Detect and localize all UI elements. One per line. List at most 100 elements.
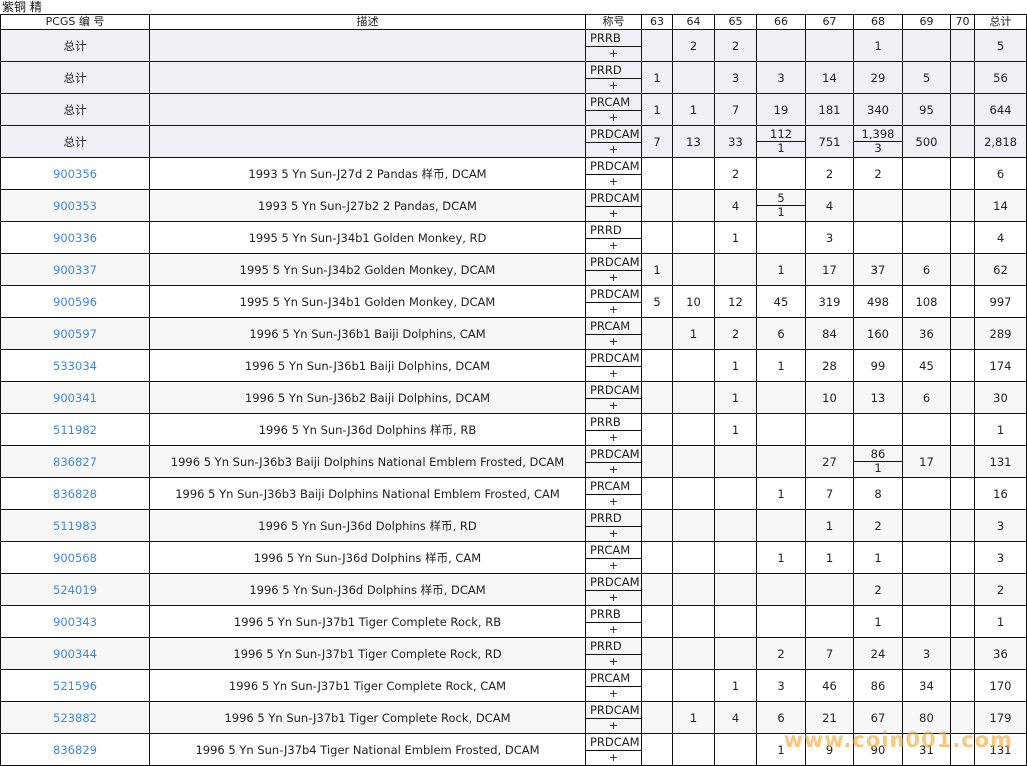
pcgs-number-cell: 总计 — [0, 125, 150, 158]
designation-cell: PRRD + — [585, 221, 642, 254]
description-cell: 1996 5 Yn Sun-J36b3 Baiji Dolphins Natio… — [149, 445, 586, 478]
grade-count-cell: 1 — [853, 605, 903, 638]
grade-count-cell — [714, 637, 757, 670]
grade-count-cell: 2 — [714, 157, 757, 190]
grade-count-cell: 2 — [714, 317, 757, 350]
grade-count-cell: 2 — [672, 29, 715, 62]
designation-cell: PRDCAM + — [585, 573, 642, 606]
pcgs-number-link[interactable]: 900343 — [53, 615, 97, 629]
grade-count-cell — [714, 733, 757, 766]
grade-count-cell — [805, 605, 854, 638]
pcgs-number-link[interactable]: 836827 — [53, 455, 97, 469]
grade-count-cell — [950, 93, 975, 126]
grade-count-cell: 112 1 — [756, 125, 806, 158]
pcgs-number-link[interactable]: 523882 — [53, 711, 97, 725]
pcgs-number-cell: 总计 — [0, 93, 150, 126]
pcgs-number-link[interactable]: 511982 — [53, 423, 97, 437]
pcgs-number-link[interactable]: 900353 — [53, 199, 97, 213]
designation-label: PRDCAM — [586, 191, 641, 207]
grade-count-cell: 1 — [756, 541, 806, 574]
grade-count-cell — [756, 573, 806, 606]
designation-cell: PRDCAM + — [585, 189, 642, 222]
grade-count-cell — [950, 541, 975, 574]
total-label: 总计 — [63, 70, 87, 85]
pcgs-number-cell: 511983 — [0, 509, 150, 542]
pcgs-number-link[interactable]: 836829 — [53, 743, 97, 757]
designation-cell: PRRB + — [585, 29, 642, 62]
grade-count-cell: 28 — [805, 349, 854, 382]
pcgs-number-link[interactable]: 900336 — [53, 231, 97, 245]
grade-count-cell — [756, 605, 806, 638]
grade-count-cell: 19 — [756, 93, 806, 126]
table-row: 836828 1996 5 Yn Sun-J36b3 Baiji Dolphins… — [0, 477, 1027, 510]
pcgs-number-cell: 900597 — [0, 317, 150, 350]
grade-count-cell: 1 — [756, 253, 806, 286]
pcgs-number-link[interactable]: 511983 — [53, 519, 97, 533]
grade-count-cell — [950, 573, 975, 606]
table-row: 900353 1993 5 Yn Sun-J27b2 2 Pandas, DCAM… — [0, 189, 1027, 222]
designation-plus: + — [608, 335, 619, 348]
grade-count-cell: 4 — [714, 189, 757, 222]
designation-cell: PRDCAM + — [585, 157, 642, 190]
grade-count-cell — [950, 477, 975, 510]
grade-count-cell — [714, 605, 757, 638]
grade-count-cell: 1 — [756, 349, 806, 382]
header-row: PCGS 编 号 描述 称号 63 64 65 66 67 68 69 70 总… — [0, 14, 1027, 30]
grade-count-cell — [641, 701, 673, 734]
row-total-cell: 16 — [974, 477, 1027, 510]
description-cell — [149, 29, 586, 62]
description-cell: 1993 5 Yn Sun-J27d 2 Pandas 样币, DCAM — [149, 157, 586, 190]
designation-cell: PRCAM + — [585, 541, 642, 574]
table-row: 900341 1996 5 Yn Sun-J36b2 Baiji Dolphins… — [0, 381, 1027, 414]
pcgs-number-cell: 533034 — [0, 349, 150, 382]
table-row: 521596 1996 5 Yn Sun-J37b1 Tiger Complete… — [0, 669, 1027, 702]
grade-count-cell: 751 — [805, 125, 854, 158]
grade-count-cell — [950, 605, 975, 638]
pcgs-number-link[interactable]: 900337 — [53, 263, 97, 277]
row-total-cell: 36 — [974, 637, 1027, 670]
grade-count-cell: 2 — [853, 573, 903, 606]
pcgs-number-link[interactable]: 900341 — [53, 391, 97, 405]
designation-plus: + — [608, 367, 619, 380]
pcgs-number-link[interactable]: 900344 — [53, 647, 97, 661]
grade-count-cell — [641, 221, 673, 254]
grade-count: 5 — [757, 192, 805, 206]
description-cell: 1996 5 Yn Sun-J36d Dolphins 样币, RD — [149, 509, 586, 542]
header-total: 总计 — [974, 14, 1027, 30]
table-row: 511983 1996 5 Yn Sun-J36d Dolphins 样币, RD… — [0, 509, 1027, 542]
designation-label: PRDCAM — [586, 287, 641, 303]
table-row: 900337 1995 5 Yn Sun-J34b2 Golden Monkey,… — [0, 253, 1027, 286]
grade-count-cell — [641, 541, 673, 574]
pcgs-number-cell: 900568 — [0, 541, 150, 574]
description-cell: 1995 5 Yn Sun-J34b1 Golden Monkey, DCAM — [149, 285, 586, 318]
grade-count-cell: 17 — [805, 253, 854, 286]
grade-count-cell: 46 — [805, 669, 854, 702]
pcgs-number-cell: 总计 — [0, 61, 150, 94]
grade-count-cell: 84 — [805, 317, 854, 350]
designation-label: PRCAM — [586, 671, 641, 687]
pcgs-number-link[interactable]: 900596 — [53, 295, 97, 309]
grade-count: 86 — [854, 448, 902, 462]
pcgs-number-link[interactable]: 533034 — [53, 359, 97, 373]
pcgs-number-link[interactable]: 521596 — [53, 679, 97, 693]
grade-count-cell — [902, 413, 951, 446]
pcgs-number-link[interactable]: 900568 — [53, 551, 97, 565]
grade-count-cell: 4 — [714, 701, 757, 734]
grade-count-cell: 1 — [641, 61, 673, 94]
grade-count-cell — [902, 157, 951, 190]
row-total-cell: 170 — [974, 669, 1027, 702]
designation-cell: PRDCAM + — [585, 125, 642, 158]
designation-plus: + — [608, 79, 619, 92]
pcgs-number-link[interactable]: 900356 — [53, 167, 97, 181]
grade-count-cell — [641, 189, 673, 222]
description-cell: 1996 5 Yn Sun-J36b1 Baiji Dolphins, CAM — [149, 317, 586, 350]
designation-cell: PRDCAM + — [585, 445, 642, 478]
description-cell: 1993 5 Yn Sun-J27b2 2 Pandas, DCAM — [149, 189, 586, 222]
pcgs-number-link[interactable]: 836828 — [53, 487, 97, 501]
pcgs-number-link[interactable]: 900597 — [53, 327, 97, 341]
grade-count-cell — [672, 349, 715, 382]
grade-count-cell — [672, 573, 715, 606]
grade-count-cell: 33 — [714, 125, 757, 158]
pcgs-number-link[interactable]: 524019 — [53, 583, 97, 597]
watermark: www.coin001.com — [783, 728, 1013, 752]
